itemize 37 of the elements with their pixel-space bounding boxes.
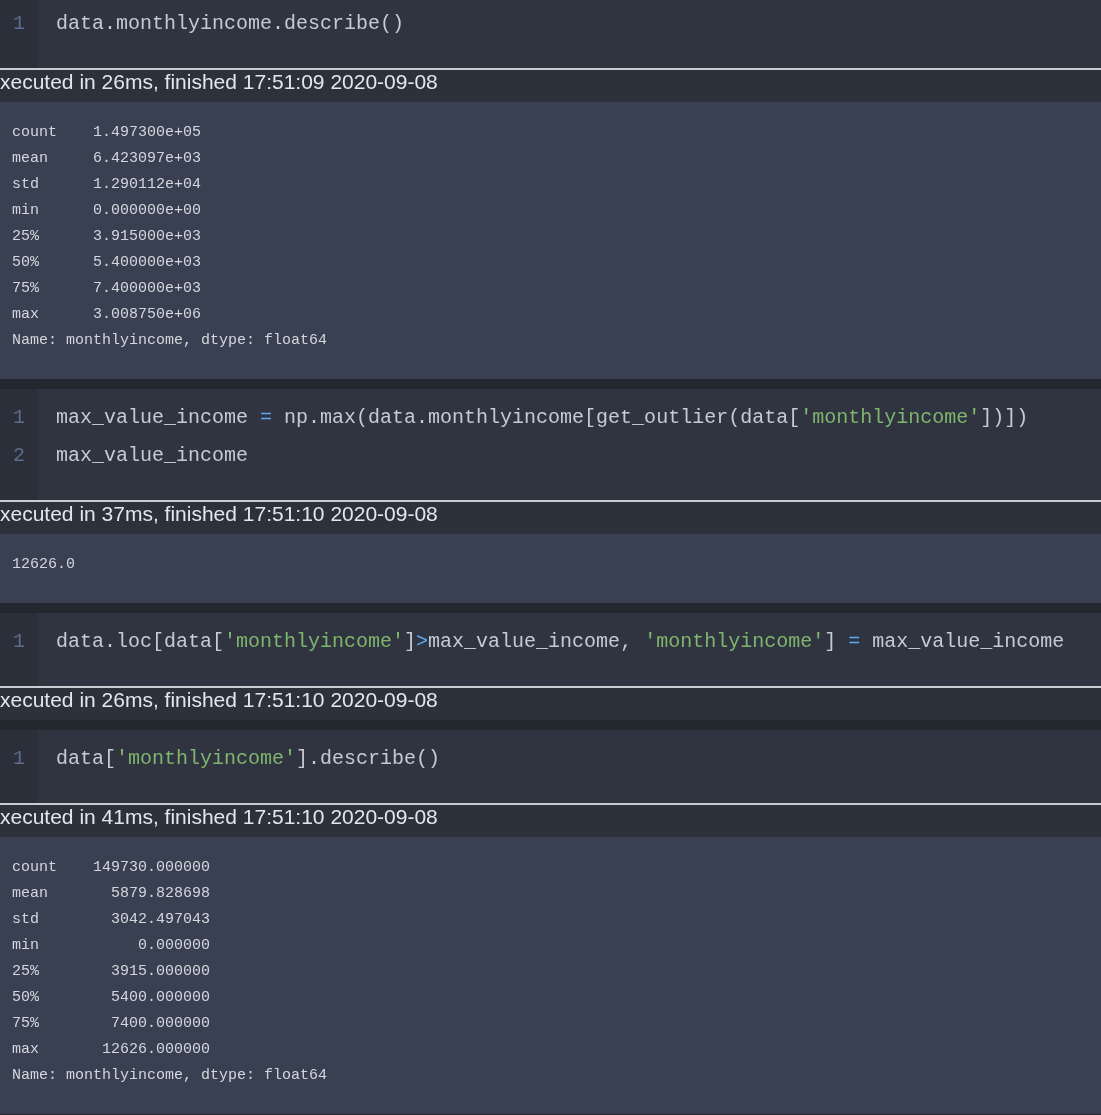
output-line: min 0.000000e+00 [12, 202, 203, 221]
output-line: mean 6.423097e+03 [12, 150, 203, 169]
execution-time: xecuted in 41ms, finished 17:51:10 2020-09-08 [0, 805, 1101, 837]
line-number: 1 [12, 747, 26, 772]
output-line: mean 5879.828698 [12, 885, 212, 904]
line-number: 2 [12, 444, 26, 469]
output-line: 75% 7400.000000 [12, 1015, 212, 1034]
code-line: max_value_income = np.max(data.monthlyincome[get_outlier(data['monthlyincome'])]) [56, 406, 1029, 431]
line-number: 1 [12, 406, 26, 431]
output-line: max 3.008750e+06 [12, 306, 203, 325]
output-line: std 3042.497043 [12, 911, 212, 930]
code-cell[interactable]: 1 2 max_value_income = np.max(data.monthlyincome[get_outlier(data['monthlyincome'])]) max_value_income [0, 389, 1101, 502]
line-number: 1 [12, 630, 26, 655]
execution-time: xecuted in 26ms, finished 17:51:09 2020-09-08 [0, 70, 1101, 102]
output-line: min 0.000000 [12, 937, 212, 956]
output-line: 25% 3915.000000 [12, 963, 212, 982]
code-cell[interactable]: 1 data['monthlyincome'].describe() [0, 730, 1101, 805]
code-line: data['monthlyincome'].describe() [56, 747, 441, 772]
code-line: max_value_income [56, 444, 250, 469]
output-line: Name: monthlyincome, dtype: float64 [12, 332, 329, 351]
execution-time: xecuted in 26ms, finished 17:51:10 2020-09-08 [0, 688, 1101, 720]
output-line: max 12626.000000 [12, 1041, 212, 1060]
output-line: 50% 5.400000e+03 [12, 254, 203, 273]
output-line: 12626.0 [12, 556, 76, 575]
execution-time: xecuted in 37ms, finished 17:51:10 2020-09-08 [0, 502, 1101, 534]
code-line: data.loc[data['monthlyincome']>max_value_income, 'monthlyincome'] = max_value_income [56, 630, 1065, 655]
output-line: count 149730.000000 [12, 859, 212, 878]
output-line: 75% 7.400000e+03 [12, 280, 203, 299]
output-line: Name: monthlyincome, dtype: float64 [12, 1067, 329, 1086]
code-cell[interactable]: 1 data.monthlyincome.describe() [0, 0, 1101, 70]
output-line: 50% 5400.000000 [12, 989, 212, 1008]
line-number: 1 [12, 12, 26, 37]
code-cell[interactable]: 1 data.loc[data['monthlyincome']>max_value_income, 'monthlyincome'] = max_value_income [0, 613, 1101, 688]
output-line: count 1.497300e+05 [12, 124, 203, 143]
output-line: std 1.290112e+04 [12, 176, 203, 195]
output-line: 25% 3.915000e+03 [12, 228, 203, 247]
code-line: data.monthlyincome.describe() [56, 12, 405, 37]
